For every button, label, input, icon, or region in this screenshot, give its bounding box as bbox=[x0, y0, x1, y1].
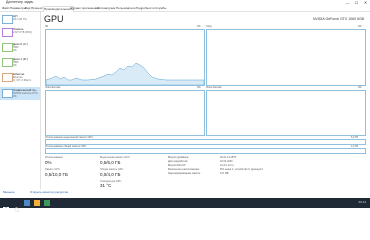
sidebar-item-disk0[interactable]: Диск 0 (C:) HDD 0% bbox=[0, 41, 40, 53]
memory-thumbnail bbox=[2, 28, 13, 37]
graph-video-decode bbox=[206, 90, 366, 136]
graph-3d-label: 3D bbox=[45, 25, 49, 28]
graph-video-encode bbox=[45, 90, 205, 136]
graph-copy-label: Copy bbox=[206, 25, 212, 28]
sidebar: ЦП 4% 1,50 ГГц Память 2,6/7,9 ГБ (33%) Д… bbox=[0, 11, 41, 189]
sidebar-item-value: 0% bbox=[13, 48, 17, 52]
directx-value: 12 (FL 12.1) bbox=[220, 164, 234, 167]
sidebar-item-gpu[interactable]: Графический пр... NVIDIA GeForce GTX... … bbox=[0, 87, 40, 100]
sidebar-item-sub: 2,6/7,9 ГБ (33%) bbox=[13, 30, 32, 34]
page-title: GPU bbox=[44, 14, 64, 24]
driver-date-label: Дата разработки: bbox=[168, 160, 189, 163]
reserved-memory-label: Зарезервированная память: bbox=[168, 172, 201, 175]
shared-memory-bar bbox=[45, 148, 366, 154]
disk-thumbnail bbox=[2, 43, 13, 52]
location-value: PCI-шина 1, устройство 0, функция 0 bbox=[220, 168, 264, 171]
graph-decode-label: Video Decode bbox=[206, 86, 222, 89]
gpu-thumbnail bbox=[2, 89, 13, 98]
dedicated-memory-bar bbox=[45, 139, 366, 145]
dedicated-memory-stat-label: Выделенная память GPU bbox=[100, 156, 130, 159]
sidebar-item-memory[interactable]: Память 2,6/7,9 ГБ (33%) bbox=[0, 26, 40, 38]
gpu-memory-value: 0,5/10,0 ГБ bbox=[45, 172, 68, 177]
utilization-value: 0% bbox=[45, 160, 52, 165]
dedicated-memory-stat-value: 0,5/6,0 ГБ bbox=[100, 160, 121, 165]
shared-memory-stat-value: 0,0/4,0 ГБ bbox=[100, 172, 121, 177]
graph-encode-label: Video Encode bbox=[45, 86, 61, 89]
gpu-memory-label: Память GPU bbox=[45, 168, 60, 171]
clock-time: 20:14 bbox=[358, 200, 366, 204]
sidebar-item-value: 0% bbox=[13, 94, 17, 98]
sidebar-item-disk1[interactable]: Диск 1 (D:) HDD 0% bbox=[0, 56, 40, 68]
graph-3d bbox=[45, 29, 205, 86]
sidebar-item-ethernet[interactable]: Ethernet Ethernet О: 0 П: 0 Кбит/с bbox=[0, 71, 40, 83]
open-resource-monitor-link[interactable]: Открыть монитор ресурсов bbox=[30, 190, 68, 194]
graph-decode-value: 0% bbox=[358, 86, 362, 89]
gpu-panel: GPU NVIDIA GeForce GTX 1060 6GB 3D 0% Co… bbox=[42, 11, 368, 189]
directx-label: Версия DirectX: bbox=[168, 164, 187, 167]
graph-3d-svg bbox=[45, 62, 205, 86]
sidebar-item-sub: 4% 1,50 ГГц bbox=[13, 17, 28, 21]
fewer-details-link[interactable]: Меньше bbox=[3, 190, 15, 194]
task-manager-icon[interactable] bbox=[44, 200, 50, 206]
driver-version-value: 26.21.14.4575 bbox=[220, 156, 236, 159]
system-tray[interactable]: 20:14 bbox=[358, 200, 366, 204]
ethernet-thumbnail bbox=[2, 73, 13, 82]
sidebar-item-cpu[interactable]: ЦП 4% 1,50 ГГц bbox=[0, 13, 40, 25]
reserved-memory-value: 147 МБ bbox=[220, 172, 229, 175]
task-manager-window: Диспетчер задач — ☐ ✕ Файл Параметры Вид… bbox=[0, 0, 370, 198]
task-view-icon[interactable] bbox=[24, 200, 30, 206]
windows-start-icon[interactable] bbox=[3, 200, 9, 213]
driver-date-value: 22.04.2020 bbox=[220, 160, 233, 163]
graph-encode-value: 0% bbox=[197, 86, 201, 89]
graph-copy bbox=[206, 29, 366, 86]
disk-thumbnail bbox=[2, 58, 13, 67]
shared-memory-stat-label: Общая память GPU bbox=[100, 168, 124, 171]
gpu-model: NVIDIA GeForce GTX 1060 6GB bbox=[313, 17, 364, 21]
taskbar: 20:14 bbox=[0, 198, 370, 213]
driver-version-label: Версия драйвера: bbox=[168, 156, 189, 159]
search-icon[interactable] bbox=[14, 200, 20, 213]
graph-3d-value: 0% bbox=[197, 25, 201, 28]
temperature-value: 31 °C bbox=[100, 183, 112, 188]
sidebar-item-value: О: 0 П: 0 Кбит/с bbox=[13, 78, 32, 82]
cpu-thumbnail bbox=[2, 15, 13, 24]
sidebar-item-value: 0% bbox=[13, 63, 17, 67]
utilization-label: Использование bbox=[45, 156, 63, 159]
explorer-icon[interactable] bbox=[34, 200, 40, 206]
graph-copy-value: 0% bbox=[358, 25, 362, 28]
location-label: Физическое расположение: bbox=[168, 168, 200, 171]
window-title: Диспетчер задач bbox=[6, 0, 34, 4]
